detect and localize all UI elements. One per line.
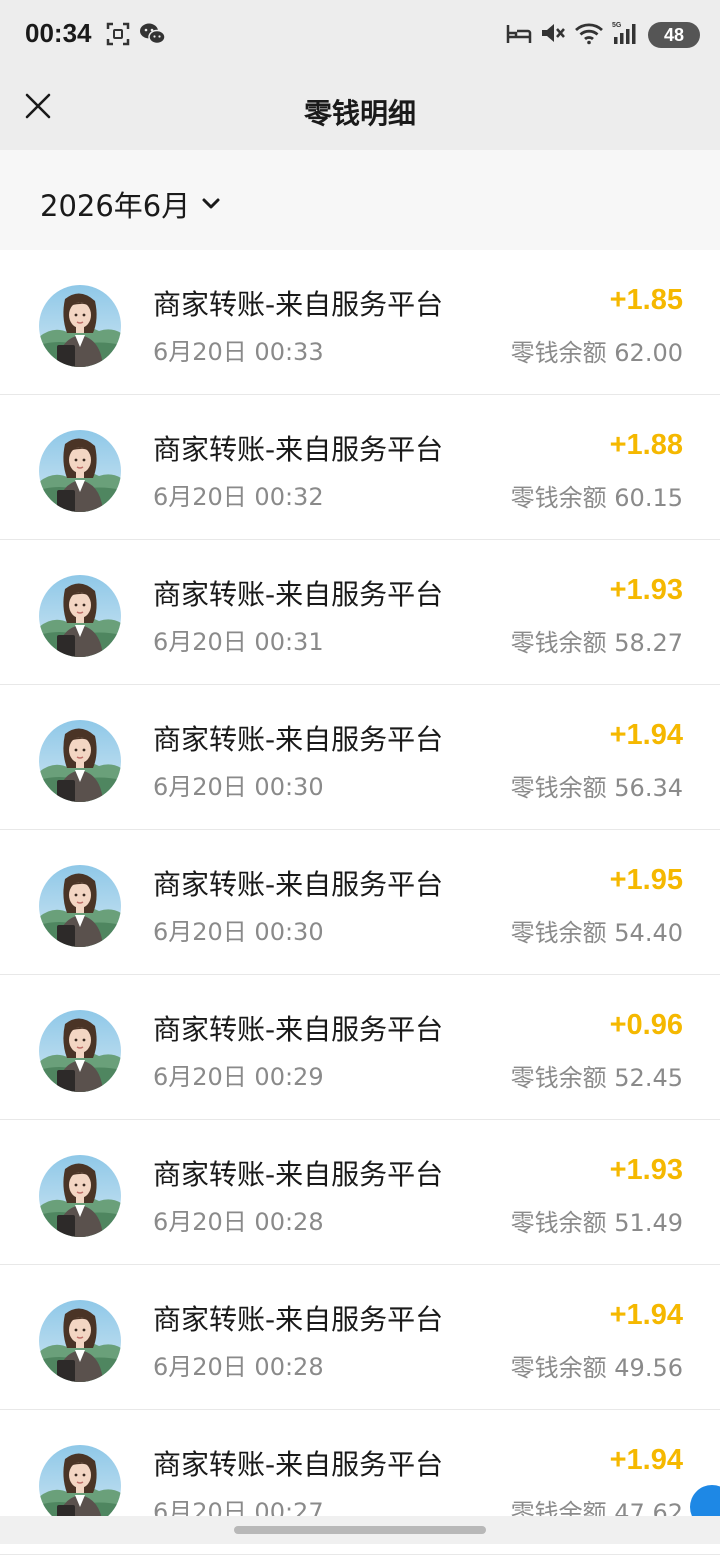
merchant-avatar <box>39 720 121 802</box>
mute-icon <box>540 21 566 49</box>
wifi-icon <box>574 21 604 49</box>
transaction-row[interactable]: 商家转账-来自服务平台 6月20日 00:28 +1.94 零钱余额 49.56 <box>0 1265 720 1410</box>
transaction-amount: +1.93 <box>609 1154 683 1186</box>
transaction-title: 商家转账-来自服务平台 <box>153 1303 444 1336</box>
transaction-title: 商家转账-来自服务平台 <box>153 1448 444 1481</box>
transaction-title: 商家转账-来自服务平台 <box>153 723 444 756</box>
wallet-balance: 零钱余额 49.56 <box>510 1354 683 1382</box>
transaction-amount: +1.94 <box>609 1299 683 1331</box>
transaction-amount: +1.94 <box>609 1444 683 1476</box>
transaction-time: 6月20日 00:28 <box>153 1208 324 1236</box>
month-selector[interactable]: 2026年6月 <box>40 183 222 225</box>
status-bar: 00:34 5G 48 <box>0 0 720 70</box>
merchant-avatar <box>39 575 121 657</box>
status-time: 00:34 <box>25 18 92 48</box>
nav-bar: 零钱明细 <box>0 70 720 150</box>
merchant-avatar <box>39 1445 121 1527</box>
bed-icon <box>506 21 532 49</box>
wallet-balance: 零钱余额 52.45 <box>510 1064 683 1092</box>
transaction-amount: +1.88 <box>609 429 683 461</box>
gesture-bar <box>0 1516 720 1544</box>
wallet-balance: 零钱余额 56.34 <box>510 774 683 802</box>
transaction-title: 商家转账-来自服务平台 <box>153 868 444 901</box>
transaction-title: 商家转账-来自服务平台 <box>153 1158 444 1191</box>
transaction-time: 6月20日 00:29 <box>153 1063 324 1091</box>
transaction-time: 6月20日 00:33 <box>153 338 324 366</box>
transaction-row[interactable]: 商家转账-来自服务平台 6月20日 00:33 +1.85 零钱余额 62.00 <box>0 250 720 395</box>
transaction-amount: +1.95 <box>609 864 683 896</box>
month-filter-bar: 2026年6月 <box>0 150 720 250</box>
transaction-amount: +1.93 <box>609 574 683 606</box>
wallet-balance: 零钱余额 60.15 <box>510 484 683 512</box>
transaction-amount: +1.85 <box>609 284 683 316</box>
merchant-avatar <box>39 285 121 367</box>
transaction-list: 商家转账-来自服务平台 6月20日 00:33 +1.85 零钱余额 62.00 <box>0 250 720 1555</box>
merchant-avatar <box>39 1155 121 1237</box>
wallet-balance: 零钱余额 51.49 <box>510 1209 683 1237</box>
transaction-time: 6月20日 00:28 <box>153 1353 324 1381</box>
transaction-row[interactable]: 商家转账-来自服务平台 6月20日 00:30 +1.95 零钱余额 54.40 <box>0 830 720 975</box>
transaction-row[interactable]: 商家转账-来自服务平台 6月20日 00:30 +1.94 零钱余额 56.34 <box>0 685 720 830</box>
transaction-title: 商家转账-来自服务平台 <box>153 578 444 611</box>
transaction-title: 商家转账-来自服务平台 <box>153 433 444 466</box>
transaction-time: 6月20日 00:31 <box>153 628 324 656</box>
merchant-avatar <box>39 1010 121 1092</box>
wallet-balance: 零钱余额 58.27 <box>510 629 683 657</box>
wechat-icon <box>139 21 167 51</box>
transaction-row[interactable]: 商家转账-来自服务平台 6月20日 00:28 +1.93 零钱余额 51.49 <box>0 1120 720 1265</box>
wallet-balance: 零钱余额 62.00 <box>510 339 683 367</box>
home-indicator[interactable] <box>234 1526 486 1534</box>
status-left-icons <box>105 21 167 51</box>
battery-indicator: 48 <box>648 22 700 48</box>
transaction-time: 6月20日 00:30 <box>153 918 324 946</box>
svg-text:5G: 5G <box>612 22 622 29</box>
transaction-row[interactable]: 商家转账-来自服务平台 6月20日 00:32 +1.88 零钱余额 60.15 <box>0 395 720 540</box>
month-label: 2026年6月 <box>40 189 191 223</box>
transaction-row[interactable]: 商家转账-来自服务平台 6月20日 00:31 +1.93 零钱余额 58.27 <box>0 540 720 685</box>
transaction-amount: +1.94 <box>609 719 683 751</box>
page-title: 零钱明细 <box>303 97 416 130</box>
transaction-time: 6月20日 00:30 <box>153 773 324 801</box>
signal-5g-icon: 5G <box>612 20 640 50</box>
merchant-avatar <box>39 865 121 947</box>
transaction-row[interactable]: 商家转账-来自服务平台 6月20日 00:29 +0.96 零钱余额 52.45 <box>0 975 720 1120</box>
transaction-time: 6月20日 00:32 <box>153 483 324 511</box>
transaction-title: 商家转账-来自服务平台 <box>153 1013 444 1046</box>
transaction-amount: +0.96 <box>609 1009 683 1041</box>
wallet-balance: 零钱余额 54.40 <box>510 919 683 947</box>
status-right-icons: 5G 48 <box>506 20 700 50</box>
scan-icon <box>105 21 131 51</box>
transaction-title: 商家转账-来自服务平台 <box>153 288 444 321</box>
merchant-avatar <box>39 1300 121 1382</box>
chevron-down-icon <box>200 187 222 221</box>
merchant-avatar <box>39 430 121 512</box>
